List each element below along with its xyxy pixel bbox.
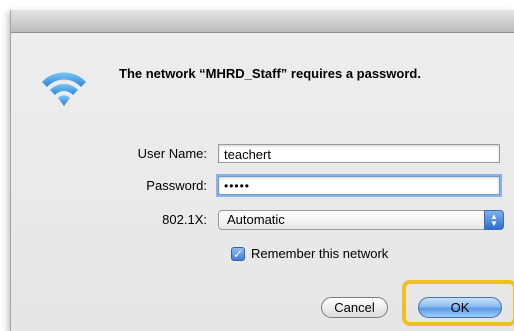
- username-label: User Name:: [137, 146, 207, 161]
- password-field[interactable]: •••••: [218, 176, 500, 195]
- security-label: 802.1X:: [162, 212, 207, 227]
- username-field[interactable]: teachert: [218, 144, 500, 163]
- dialog-message: The network “MHRD_Staff” requires a pass…: [119, 66, 421, 81]
- select-arrows-icon: ▲ ▼: [484, 210, 504, 230]
- remember-label[interactable]: Remember this network: [251, 246, 388, 261]
- password-label: Password:: [146, 178, 207, 193]
- ok-button[interactable]: OK: [418, 297, 502, 318]
- cancel-button[interactable]: Cancel: [321, 297, 388, 318]
- security-select[interactable]: Automatic ▲ ▼: [218, 210, 504, 230]
- security-select-value: Automatic: [227, 212, 285, 227]
- password-dialog: The network “MHRD_Staff” requires a pass…: [10, 10, 514, 331]
- remember-checkbox[interactable]: ✓: [231, 247, 245, 261]
- wifi-icon: [42, 72, 86, 106]
- dialog-titlebar: [11, 10, 514, 33]
